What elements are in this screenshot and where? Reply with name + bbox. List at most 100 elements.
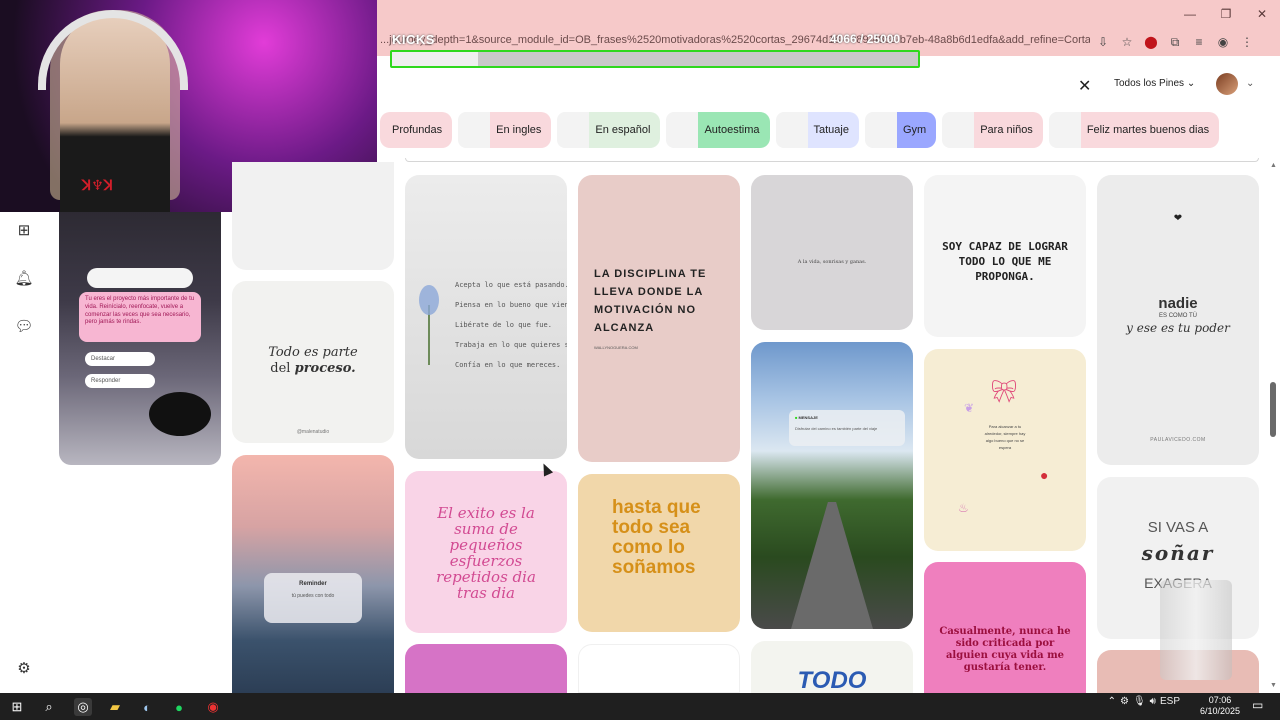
tray-app-icon[interactable]: ⚙ bbox=[1120, 696, 1129, 707]
windows-taskbar: ⊞ ⌕ ◎ ▰ ◐ ● ◉ ⌃ ⚙ 🎙︎ 🔊︎ ESP 07:06 6/10/2… bbox=[0, 693, 1280, 720]
chip-label: En ingles bbox=[496, 124, 542, 136]
pin-vida-text: A la vida, sonrisas y ganas. bbox=[797, 259, 867, 265]
chip-thumbnail bbox=[864, 112, 897, 148]
chip-label: Profundas bbox=[392, 124, 443, 136]
clock-date: 6/10/2025 bbox=[1200, 706, 1241, 716]
pin-nadie-line3: y ese es tu poder bbox=[1126, 321, 1230, 335]
taskbar-clock[interactable]: 07:06 6/10/2025 bbox=[1200, 695, 1240, 717]
scroll-up-arrow-icon[interactable]: ▲ bbox=[1270, 162, 1277, 169]
chip-4[interactable]: Tatuaje bbox=[775, 112, 859, 148]
chip-label: En español bbox=[595, 124, 651, 136]
profile-icon[interactable]: ◉ bbox=[1214, 32, 1232, 52]
pin-disciplina-credit: WALLYNOGUERA.COM bbox=[594, 345, 638, 350]
chip-label: Tatuaje bbox=[813, 124, 849, 136]
chip-label: Autoestima bbox=[704, 124, 760, 136]
acepta-line: Piensa en lo bueno que viene. bbox=[455, 301, 567, 309]
settings-gear-icon[interactable]: ⚙ bbox=[14, 658, 34, 678]
tray-lang[interactable]: ESP bbox=[1160, 696, 1180, 707]
pin-reminder-sea[interactable]: Reminder tú puedes con todo bbox=[232, 455, 394, 693]
scroll-down-arrow-icon[interactable]: ▼ bbox=[1270, 682, 1277, 689]
chip-3[interactable]: Autoestima bbox=[666, 112, 770, 148]
pin-exito-text: El exito es la suma de pequeños esfuerzo… bbox=[436, 504, 536, 602]
header-divider bbox=[405, 158, 1259, 162]
puzzle-extensions-icon[interactable]: ⧉ bbox=[1166, 32, 1184, 52]
chip-2[interactable]: En español bbox=[557, 112, 661, 148]
pin-hasta-que[interactable]: hasta que todo sea como lo soñamos bbox=[578, 474, 740, 632]
clear-search-button[interactable]: ✕ bbox=[1078, 76, 1091, 96]
chevron-down-icon: ⌄ bbox=[1186, 78, 1196, 89]
pin-todo-proceso: proceso. bbox=[294, 361, 356, 376]
reading-list-icon[interactable]: ≡ bbox=[1190, 32, 1208, 52]
pin-sivas-line2: soñar bbox=[1141, 541, 1215, 565]
pin-doodles[interactable]: 🎀︎ ❦ ● ♨ Para alcanzar a tu alrededor, s… bbox=[924, 349, 1086, 551]
chip-thumbnail bbox=[458, 112, 491, 148]
page-scrollbar[interactable] bbox=[1270, 382, 1276, 437]
minimize-button[interactable]: — bbox=[1172, 0, 1208, 28]
steam-icon[interactable]: ◐ bbox=[138, 698, 156, 716]
pin-room-photo[interactable]: Tu eres el proyecto más importante de tu… bbox=[59, 212, 221, 465]
butterfly-icon: ❦ bbox=[964, 401, 975, 415]
reaction-bar bbox=[87, 268, 193, 288]
pin-a-la-vida[interactable]: A la vida, sonrisas y ganas. bbox=[751, 175, 913, 330]
pin-road-landscape[interactable]: ■ MENSAJE Disfrutar del camino es tambié… bbox=[751, 342, 913, 629]
message-app-name: MENSAJE bbox=[798, 415, 818, 420]
chip-5[interactable]: Gym bbox=[864, 112, 937, 148]
obs-icon[interactable]: ◉ bbox=[204, 698, 222, 716]
message-notification: ■ MENSAJE Disfrutar del camino es tambié… bbox=[789, 410, 905, 446]
pin-todo-es-parte[interactable]: Todo es parte del proceso. @malenatudio bbox=[232, 281, 394, 443]
account-chevron-icon[interactable]: ⌄ bbox=[1246, 78, 1254, 89]
avatar[interactable] bbox=[1216, 73, 1238, 95]
bow-icon: 🎀︎ bbox=[990, 379, 1018, 404]
search-icon[interactable]: ⌕ bbox=[40, 698, 58, 716]
chip-label: Feliz martes buenos dias bbox=[1086, 124, 1210, 136]
responder-button: Responder bbox=[85, 374, 155, 388]
pin-hasta-text: hasta que todo sea como lo soñamos bbox=[612, 497, 701, 578]
chip-7[interactable]: Feliz martes buenos dias bbox=[1048, 112, 1220, 148]
chip-6[interactable]: Para niños bbox=[942, 112, 1043, 148]
pin-todo-bottom[interactable]: TODO bbox=[751, 641, 913, 693]
chip-thumbnail bbox=[775, 112, 808, 148]
notification-center-icon[interactable]: ▭ bbox=[1252, 698, 1263, 712]
pin-white-bottom[interactable] bbox=[578, 644, 740, 693]
pin-todo-line1: Todo es parte bbox=[268, 345, 358, 360]
pins-filter-dropdown[interactable]: Todos los Pines ⌄ bbox=[1114, 78, 1195, 89]
system-tray: ⌃ ⚙ 🎙︎ 🔊︎ ESP bbox=[1108, 696, 1180, 707]
kicks-progress-bar bbox=[390, 50, 920, 68]
glass-overlay-image bbox=[1160, 580, 1232, 680]
kicks-label: KICKS bbox=[392, 32, 435, 47]
pin-disciplina-text: LA DISCIPLINA TE LLEVA DONDE LA MOTIVACI… bbox=[594, 268, 707, 334]
spotify-icon[interactable]: ● bbox=[170, 698, 188, 716]
bookmark-star-icon[interactable]: ☆ bbox=[1118, 32, 1136, 52]
maximize-button[interactable]: ❐ bbox=[1208, 0, 1244, 28]
road-image bbox=[791, 502, 873, 629]
chip-1[interactable]: En ingles bbox=[458, 112, 552, 148]
message-app-label: ■ MENSAJE bbox=[795, 415, 818, 420]
messages-icon[interactable]: 💬︎ bbox=[14, 316, 34, 336]
file-explorer-icon[interactable]: ▰ bbox=[106, 698, 124, 716]
tray-mic-icon[interactable]: 🎙︎ bbox=[1133, 696, 1146, 707]
install-app-icon[interactable]: ⇩ bbox=[1094, 32, 1112, 52]
create-icon[interactable]: ⊞ bbox=[14, 220, 34, 240]
windows-start-icon[interactable]: ⊞ bbox=[8, 698, 26, 716]
pin-nadie[interactable]: ❤ nadie ES COMO TÚ y ese es tu poder PAU… bbox=[1097, 175, 1259, 465]
pin-purple-bottom[interactable] bbox=[405, 644, 567, 693]
tray-volume-icon[interactable]: 🔊︎ bbox=[1150, 696, 1156, 707]
pin-el-exito[interactable]: El exito es la suma de pequeños esfuerzo… bbox=[405, 471, 567, 633]
pin-soy-capaz[interactable]: SOY CAPAZ DE LOGRAR TODO LO QUE ME PROPO… bbox=[924, 175, 1086, 337]
pin-disciplina[interactable]: LA DISCIPLINA TE LLEVA DONDE LA MOTIVACI… bbox=[578, 175, 740, 462]
chip-thumbnail bbox=[666, 112, 699, 148]
notifications-bell-icon[interactable]: 🔔︎ bbox=[14, 268, 34, 288]
tray-chevron-icon[interactable]: ⌃ bbox=[1108, 696, 1116, 707]
pin-casualmente[interactable]: Casualmente, nunca he sido criticada por… bbox=[924, 562, 1086, 693]
pin-capaz-text: SOY CAPAZ DE LOGRAR TODO LO QUE ME PROPO… bbox=[942, 240, 1068, 283]
browser-menu-icon[interactable]: ⋮ bbox=[1238, 32, 1256, 52]
pin-acepta[interactable]: Acepta lo que está pasando. Piensa en lo … bbox=[405, 175, 567, 459]
close-window-button[interactable]: ✕ bbox=[1244, 0, 1280, 28]
extension-icon[interactable]: ⬤ bbox=[1142, 32, 1160, 52]
pin-blank-top[interactable] bbox=[232, 162, 394, 270]
url-text[interactable]: ...journey_depth=1&source_module_id=OB_f… bbox=[380, 34, 1090, 50]
pin-nadie-line2: ES COMO TÚ bbox=[1159, 313, 1197, 319]
chip-0[interactable]: Profundas bbox=[380, 112, 453, 148]
chrome-icon[interactable]: ◎ bbox=[74, 698, 92, 716]
acepta-line: Confía en lo que mereces. bbox=[455, 361, 561, 369]
